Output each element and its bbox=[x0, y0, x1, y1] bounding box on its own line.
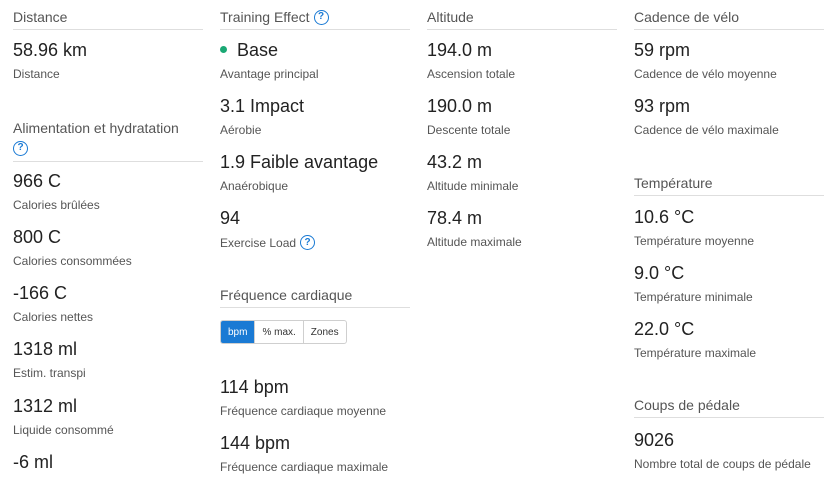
stat-temp-max: 22.0 °C Température maximale bbox=[634, 319, 756, 360]
stat-value: 1312 ml bbox=[13, 396, 78, 416]
stat-value: 22.0 °C bbox=[634, 319, 695, 339]
stat-label: Température moyenne bbox=[634, 234, 755, 248]
stat-value: 114 bpm bbox=[220, 377, 289, 397]
section-nutrition: Alimentation et hydratation ? bbox=[13, 110, 203, 162]
tab-percent-max[interactable]: % max. bbox=[255, 321, 304, 343]
stat-label: Altitude maximale bbox=[427, 235, 522, 249]
stat-label: Cadence de vélo maximale bbox=[634, 123, 779, 137]
stat-label: Cadence de vélo moyenne bbox=[634, 67, 777, 81]
stat-label: Ascension totale bbox=[427, 67, 516, 81]
help-icon[interactable]: ? bbox=[313, 9, 329, 25]
stat-value: 800 C bbox=[13, 227, 62, 247]
stat-label: Fréquence cardiaque maximale bbox=[220, 460, 389, 474]
stat-value: 10.6 °C bbox=[634, 207, 695, 227]
stat-calories-burned: 966 C Calories brûlées bbox=[13, 171, 100, 212]
stat-label: Liquide consommé bbox=[13, 423, 114, 437]
stat-value: 1.9 Faible avantage bbox=[220, 152, 379, 172]
stat-label: Aérobie bbox=[220, 123, 262, 137]
stat-value: 94 bbox=[220, 208, 241, 228]
stat-net-fluid: -6 ml bbox=[13, 452, 53, 473]
stat-total-strokes: 9026 Nombre total de coups de pédale bbox=[634, 430, 811, 471]
stat-label: Calories nettes bbox=[13, 310, 94, 324]
unit-segmented-control: bpm % max. Zones bbox=[220, 320, 347, 344]
stat-value: 9.0 °C bbox=[634, 263, 685, 283]
column-3: Altitude 194.0 m Ascension totale 190.0 … bbox=[427, 0, 617, 482]
stat-value: 1318 ml bbox=[13, 339, 78, 359]
stat-hr-max: 144 bpm Fréquence cardiaque maximale bbox=[220, 433, 388, 474]
stat-label: Nombre total de coups de pédale bbox=[634, 457, 811, 471]
help-icon[interactable]: ? bbox=[13, 140, 28, 156]
stat-value: 194.0 m bbox=[427, 40, 493, 60]
stat-cadence-average: 59 rpm Cadence de vélo moyenne bbox=[634, 40, 777, 81]
stat-value: 59 rpm bbox=[634, 40, 691, 60]
section-title-pedal-strokes: Coups de pédale bbox=[634, 388, 824, 418]
section-title-altitude: Altitude bbox=[427, 0, 617, 30]
stat-label: Température maximale bbox=[634, 346, 757, 360]
stat-value: 144 bpm bbox=[220, 433, 291, 453]
stat-value: 93 rpm bbox=[634, 96, 691, 116]
stat-label: Descente totale bbox=[427, 123, 511, 137]
stat-label: Estim. transpi bbox=[13, 366, 86, 380]
stat-value: 43.2 m bbox=[427, 152, 483, 172]
stat-exercise-load: 94 Exercise Load ? bbox=[220, 208, 316, 250]
stat-label: Fréquence cardiaque moyenne bbox=[220, 404, 387, 418]
stat-label: Calories brûlées bbox=[13, 198, 100, 212]
stat-calories-net: -166 C Calories nettes bbox=[13, 283, 93, 324]
stat-value: -6 ml bbox=[13, 452, 53, 472]
section-title-cadence: Cadence de vélo bbox=[634, 0, 824, 30]
stat-label: Calories consommées bbox=[13, 254, 132, 268]
stat-label: Avantage principal bbox=[220, 67, 319, 81]
stat-cadence-max: 93 rpm Cadence de vélo maximale bbox=[634, 96, 779, 137]
section-title-nutrition: Alimentation et hydratation ? bbox=[13, 110, 203, 162]
stat-hr-average: 114 bpm Fréquence cardiaque moyenne bbox=[220, 377, 386, 418]
stat-temp-average: 10.6 °C Température moyenne bbox=[634, 207, 754, 248]
section-distance: Distance 58.96 km Distance bbox=[13, 0, 203, 81]
column-4: Cadence de vélo 59 rpm Cadence de vélo m… bbox=[634, 0, 824, 482]
section-heart-rate: Fréquence cardiaque bbox=[220, 278, 410, 308]
stat-label: Distance bbox=[13, 67, 60, 81]
section-temperature: Température bbox=[634, 166, 824, 196]
section-pedal-strokes: Coups de pédale bbox=[634, 388, 824, 418]
stat-aerobic: 3.1 Impact Aérobie bbox=[220, 96, 304, 137]
stat-value: 58.96 km bbox=[13, 40, 88, 60]
stat-value: -166 C bbox=[13, 283, 68, 303]
stat-distance: 58.96 km Distance bbox=[13, 40, 87, 81]
help-icon[interactable]: ? bbox=[300, 235, 316, 250]
column-2: Training Effect ? Base Avantage principa… bbox=[220, 0, 410, 482]
stat-sweat-loss: 1318 ml Estim. transpi bbox=[13, 339, 86, 380]
status-dot-icon bbox=[220, 45, 227, 53]
tab-bpm[interactable]: bpm bbox=[221, 321, 256, 343]
section-title-training-effect: Training Effect ? bbox=[220, 0, 410, 30]
section-title-distance: Distance bbox=[13, 0, 203, 30]
tab-zones[interactable]: Zones bbox=[304, 321, 346, 343]
stat-total-descent: 190.0 m Descente totale bbox=[427, 96, 510, 137]
stat-label: Exercise Load ? bbox=[220, 235, 316, 250]
stat-value: 3.1 Impact bbox=[220, 96, 305, 116]
section-title-temperature: Température bbox=[634, 166, 824, 196]
stat-value: 9026 bbox=[634, 430, 675, 450]
stat-anaerobic: 1.9 Faible avantage Anaérobique bbox=[220, 152, 378, 193]
stat-temp-min: 9.0 °C Température minimale bbox=[634, 263, 753, 304]
stat-label: Anaérobique bbox=[220, 179, 289, 193]
stat-total-ascent: 194.0 m Ascension totale bbox=[427, 40, 515, 81]
stat-min-altitude: 43.2 m Altitude minimale bbox=[427, 152, 518, 193]
stat-value: 966 C bbox=[13, 171, 62, 191]
stat-max-altitude: 78.4 m Altitude maximale bbox=[427, 208, 522, 249]
stat-primary-benefit: Base Avantage principal bbox=[220, 40, 319, 81]
stat-label: Altitude minimale bbox=[427, 179, 519, 193]
stat-calories-consumed: 800 C Calories consommées bbox=[13, 227, 132, 268]
stat-value: 190.0 m bbox=[427, 96, 493, 116]
stat-fluid-consumed: 1312 ml Liquide consommé bbox=[13, 396, 114, 437]
section-title-heart-rate: Fréquence cardiaque bbox=[220, 278, 410, 308]
stat-value: 78.4 m bbox=[427, 208, 483, 228]
stat-value: Base bbox=[220, 40, 319, 61]
stat-label: Température minimale bbox=[634, 290, 753, 304]
column-1: Distance 58.96 km Distance Alimentation … bbox=[13, 0, 203, 482]
